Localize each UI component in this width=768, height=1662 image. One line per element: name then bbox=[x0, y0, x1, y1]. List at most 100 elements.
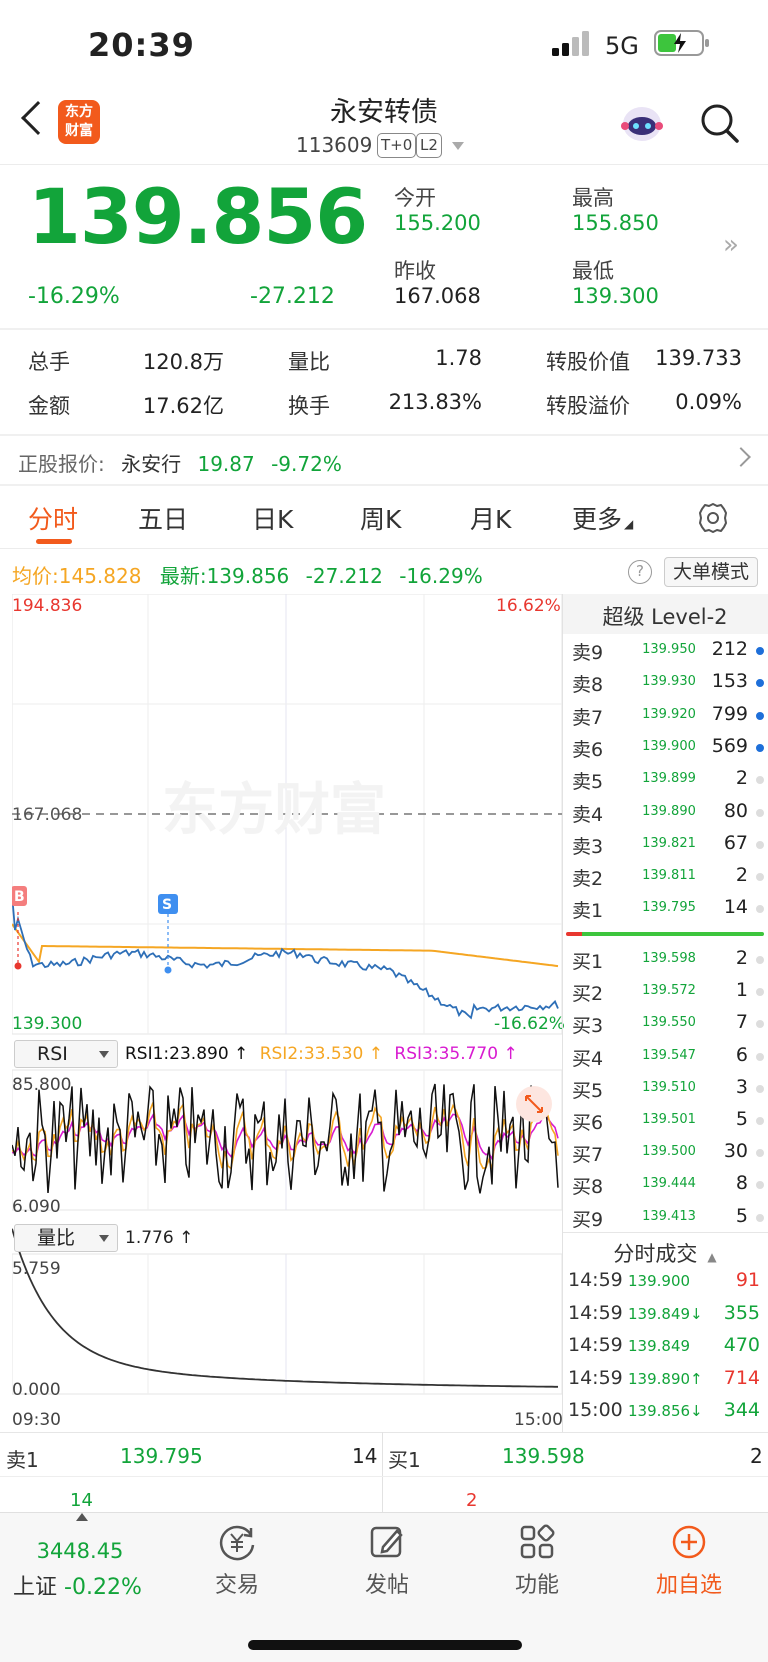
bid-level-label: 买1 bbox=[572, 951, 604, 973]
tab-weekly-k[interactable]: 周K bbox=[360, 500, 401, 536]
bid-row[interactable]: 买2 139.572 1 bbox=[562, 975, 768, 1007]
bid-price: 139.510 bbox=[642, 1079, 696, 1095]
assistant-robot-icon[interactable] bbox=[620, 104, 664, 144]
bid-row[interactable]: 买8 139.444 8 bbox=[562, 1168, 768, 1200]
low-label: 最低 bbox=[572, 259, 614, 283]
network-type: 5G bbox=[605, 32, 639, 60]
axis-mid-price: 167.068 bbox=[12, 805, 83, 825]
bid-row[interactable]: 买9 139.413 5 bbox=[562, 1201, 768, 1233]
order-dot-icon bbox=[756, 905, 764, 914]
order-dot-icon bbox=[756, 776, 764, 785]
ask-row[interactable]: 卖8 139.930 153 bbox=[562, 666, 768, 698]
trade-row: 14:59 139.890↑ 714 bbox=[568, 1364, 768, 1396]
ask-price: 139.795 bbox=[642, 900, 696, 916]
axis-bottom-price: 139.300 bbox=[12, 1014, 83, 1034]
bid-volume: 1 bbox=[735, 979, 748, 1002]
bid-volume: 8 bbox=[735, 1172, 748, 1195]
trade-time: 14:59 bbox=[568, 1269, 623, 1291]
ask-row[interactable]: 卖3 139.821 67 bbox=[562, 828, 768, 860]
tab-monthly-k[interactable]: 月K bbox=[470, 500, 511, 536]
ask-row[interactable]: 卖1 139.795 14 bbox=[562, 892, 768, 924]
chart-info-line: 均价:145.828 最新:139.856 -27.212 -16.29% bbox=[12, 564, 483, 588]
bid-row[interactable]: 买7 139.500 30 bbox=[562, 1136, 768, 1168]
underlying-change: -9.72% bbox=[271, 452, 342, 476]
bid-price: 139.500 bbox=[642, 1144, 696, 1160]
level2-title: 超级 Level-2 bbox=[602, 605, 728, 629]
ask-level-label: 卖8 bbox=[572, 674, 604, 697]
underlying-stock-row[interactable]: 正股报价: 永安行 19.87 -9.72% bbox=[18, 448, 342, 477]
ask-volume: 2 bbox=[735, 767, 748, 790]
ask-price: 139.950 bbox=[642, 642, 696, 657]
bid-price: 139.444 bbox=[642, 1176, 696, 1192]
bid-row[interactable]: 买1 139.598 2 bbox=[562, 943, 768, 975]
double-chevron-right-icon[interactable]: » bbox=[723, 230, 739, 260]
intraday-chart[interactable]: 东方财富 B S bbox=[12, 594, 562, 1428]
strip-ask-sub: 14 bbox=[70, 1490, 93, 1511]
open-label: 今开 bbox=[394, 186, 436, 210]
trades-title[interactable]: 分时成交 ▲ bbox=[562, 1238, 768, 1268]
underlying-name: 永安行 bbox=[121, 452, 182, 476]
strip-ask-price: 139.795 bbox=[120, 1444, 203, 1468]
vol-ratio-selector[interactable]: 量比 bbox=[14, 1224, 118, 1252]
tab-post[interactable]: 发帖 bbox=[332, 1523, 442, 1599]
edit-icon bbox=[370, 1526, 403, 1558]
ask-level-label: 卖7 bbox=[572, 706, 604, 729]
average-price-line bbox=[12, 923, 559, 968]
index-ticker[interactable]: 3448.45 上证 -0.22% bbox=[13, 1539, 142, 1601]
vol-ratio-value: 1.78 bbox=[435, 346, 482, 370]
bid-row[interactable]: 买5 139.510 3 bbox=[562, 1072, 768, 1104]
ask-price: 139.920 bbox=[642, 706, 696, 722]
axis-top-price: 194.836 bbox=[12, 596, 83, 616]
bid-volume: 3 bbox=[735, 1075, 748, 1098]
tab-intraday[interactable]: 分时 bbox=[28, 500, 78, 536]
tab-functions[interactable]: 功能 bbox=[482, 1523, 592, 1599]
ask-price: 139.900 bbox=[642, 738, 696, 754]
bid-level-label: 买2 bbox=[572, 983, 604, 1006]
chevron-down-icon[interactable] bbox=[452, 142, 464, 150]
trade-volume: 470 bbox=[723, 1334, 760, 1356]
trade-price: 139.849 bbox=[628, 1337, 691, 1355]
bid-row[interactable]: 买3 139.550 7 bbox=[562, 1007, 768, 1039]
bid-price: 139.413 bbox=[642, 1208, 696, 1224]
conv-value-value: 139.733 bbox=[655, 346, 742, 370]
tab-trade[interactable]: 交易 bbox=[182, 1523, 292, 1599]
last-price: 139.856 bbox=[28, 172, 368, 261]
vol-ratio-indicator-value: 1.776 ↑ bbox=[125, 1228, 194, 1248]
bid-volume: 5 bbox=[735, 1204, 748, 1227]
chevron-right-icon[interactable] bbox=[731, 447, 751, 467]
trade-row: 15:00 139.856↓ 344 bbox=[568, 1396, 768, 1428]
gear-icon[interactable] bbox=[696, 501, 730, 535]
conv-value-label: 转股价值 bbox=[546, 350, 630, 374]
rsi-selector[interactable]: RSI bbox=[14, 1040, 118, 1068]
ask-price: 139.821 bbox=[642, 835, 696, 851]
trade-time: 14:59 bbox=[568, 1301, 623, 1324]
trade-row: 14:59 139.849 470 bbox=[568, 1331, 768, 1363]
trade-row: 14:59 139.849↓ 355 bbox=[568, 1299, 768, 1331]
ask-row[interactable]: 卖2 139.811 2 bbox=[562, 860, 768, 892]
bid-volume: 7 bbox=[735, 1011, 748, 1034]
ask-price: 139.890 bbox=[642, 803, 696, 819]
trade-time: 14:59 bbox=[568, 1366, 623, 1389]
big-order-mode-button[interactable]: 大单模式 bbox=[664, 557, 758, 587]
ask-level-label: 卖4 bbox=[572, 803, 604, 826]
tab-add-watchlist[interactable]: 加自选 bbox=[634, 1523, 744, 1599]
amount-value: 17.62亿 bbox=[142, 394, 224, 418]
tab-more[interactable]: 更多 ◢ bbox=[572, 500, 633, 536]
bid-row[interactable]: 买6 139.501 5 bbox=[562, 1104, 768, 1136]
time-end: 15:00 bbox=[514, 1410, 563, 1430]
tab-daily-k[interactable]: 日K bbox=[252, 500, 293, 536]
help-icon[interactable]: ? bbox=[628, 560, 652, 584]
tab-five-day[interactable]: 五日 bbox=[138, 500, 188, 536]
search-icon[interactable] bbox=[700, 102, 740, 144]
bid-row[interactable]: 买4 139.547 6 bbox=[562, 1040, 768, 1072]
trade-price: 139.890↑ bbox=[628, 1369, 703, 1388]
ask-row[interactable]: 卖4 139.890 80 bbox=[562, 796, 768, 828]
ask-row[interactable]: 卖9 139.950 212 bbox=[562, 634, 768, 666]
ask-row[interactable]: 卖6 139.900 569 bbox=[562, 731, 768, 763]
trade-volume: 344 bbox=[723, 1399, 760, 1421]
ask-row[interactable]: 卖5 139.899 2 bbox=[562, 763, 768, 795]
conv-premium-value: 0.09% bbox=[675, 390, 742, 414]
ask-row[interactable]: 卖7 139.920 799 bbox=[562, 699, 768, 731]
ask-volume: 212 bbox=[711, 638, 748, 660]
l2-badge: L2 bbox=[416, 133, 442, 158]
